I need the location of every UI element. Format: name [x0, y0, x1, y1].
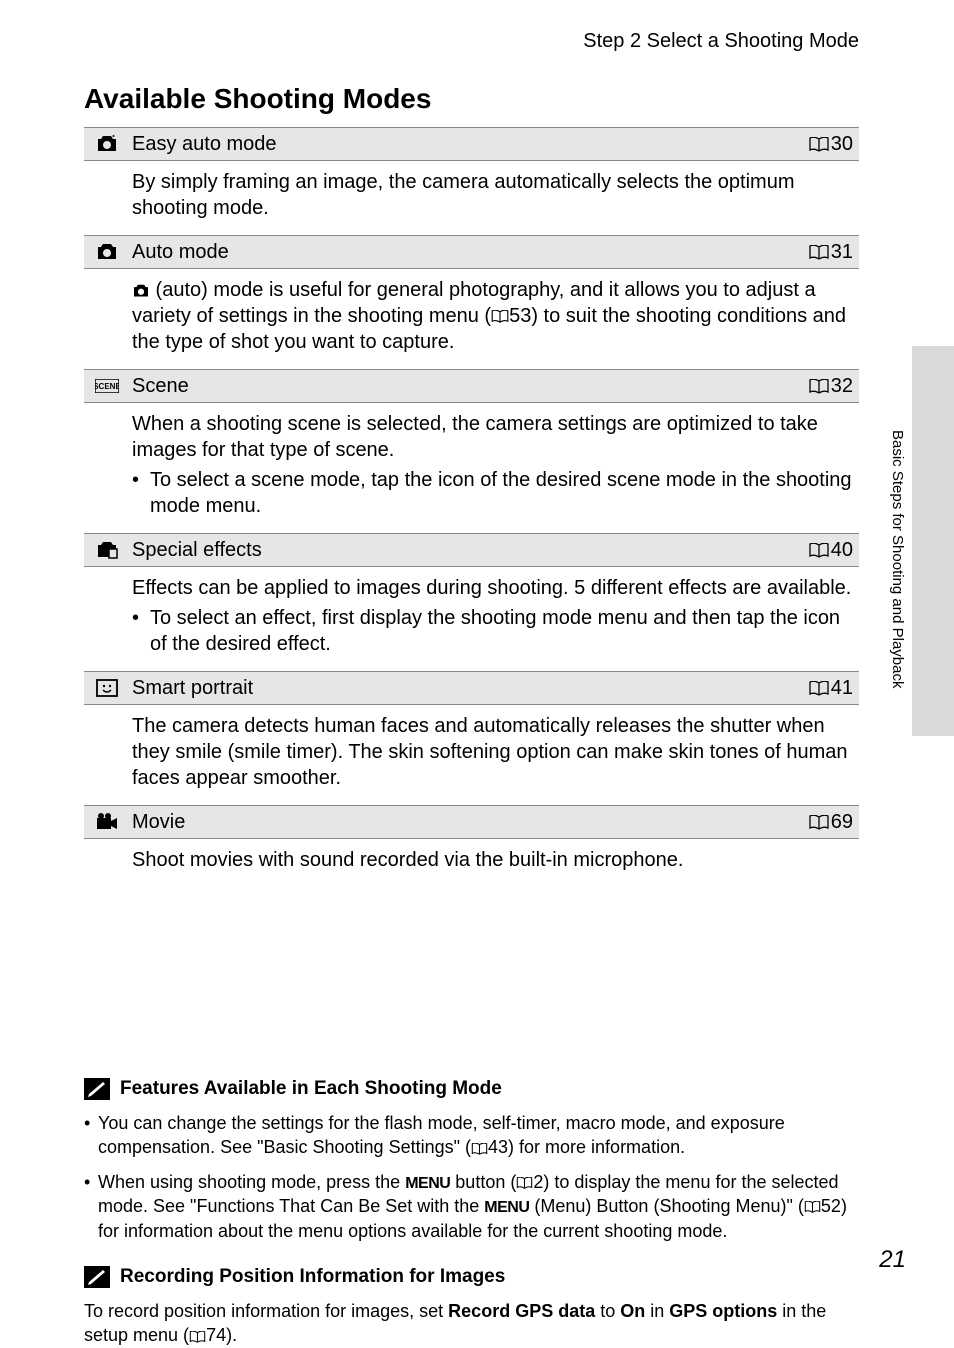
book-icon: [809, 815, 829, 830]
page-title: Available Shooting Modes: [84, 83, 859, 115]
text-frag: 43: [488, 1137, 508, 1157]
page-ref: 69: [809, 811, 859, 834]
page-number: 21: [879, 1246, 906, 1274]
bullet-dot: •: [84, 1170, 98, 1243]
text-frag: ).: [226, 1325, 237, 1345]
text-frag: 74: [206, 1325, 226, 1345]
mode-row-special-effects: Special effects 40: [84, 533, 859, 567]
svg-text:SCENE: SCENE: [95, 382, 119, 391]
desc-bullet: • To select a scene mode, tap the icon o…: [132, 467, 853, 519]
mode-label: Auto mode: [130, 241, 809, 264]
side-tab: [912, 346, 954, 736]
bullet-dot: •: [132, 467, 150, 519]
book-inline-icon: [471, 1143, 488, 1155]
mode-desc-scene: When a shooting scene is selected, the c…: [84, 403, 859, 533]
bullet-dot: •: [84, 1111, 98, 1160]
page-ref: 41: [809, 677, 859, 700]
menu-glyph: MENU: [405, 1175, 450, 1192]
text-frag: to: [595, 1301, 620, 1321]
note-head-features: Features Available in Each Shooting Mode: [84, 1077, 859, 1101]
page-ref-number: 31: [831, 241, 853, 264]
book-inline-icon: [804, 1201, 821, 1213]
movie-icon: [84, 813, 130, 831]
note-bullet-item: • You can change the settings for the fl…: [84, 1111, 859, 1160]
page-ref-number: 69: [831, 811, 853, 834]
mode-desc-smart-portrait: The camera detects human faces and autom…: [84, 705, 859, 805]
pencil-note-icon: [84, 1265, 114, 1289]
note-title: Recording Position Information for Image…: [120, 1266, 505, 1288]
mode-label: Special effects: [130, 539, 809, 562]
easy-auto-icon: [84, 135, 130, 153]
bullet-text: You can change the settings for the flas…: [98, 1111, 859, 1160]
smart-portrait-icon: [84, 679, 130, 697]
mode-label: Movie: [130, 811, 809, 834]
text-frag: button (: [450, 1172, 516, 1192]
mode-row-auto: Auto mode 31: [84, 235, 859, 269]
scene-icon: SCENE: [84, 379, 130, 393]
camera-inline-icon: [132, 284, 150, 298]
text-frag: 2: [533, 1172, 543, 1192]
text-frag-bold: GPS options: [669, 1301, 777, 1321]
mode-row-scene: SCENE Scene 32: [84, 369, 859, 403]
page-ref-number: 41: [831, 677, 853, 700]
desc-text: When a shooting scene is selected, the c…: [132, 413, 818, 461]
text-frag: When using shooting mode, press the: [98, 1172, 405, 1192]
mode-label: Easy auto mode: [130, 133, 809, 156]
bullet-text: To select an effect, first display the s…: [150, 605, 853, 657]
menu-glyph: MENU: [484, 1199, 529, 1216]
desc-ref: 53: [509, 305, 531, 327]
text-frag: in: [645, 1301, 669, 1321]
book-icon: [809, 681, 829, 696]
page-ref: 31: [809, 241, 859, 264]
notes-section: Features Available in Each Shooting Mode…: [84, 1077, 859, 1348]
book-icon: [809, 245, 829, 260]
mode-desc-easy-auto: By simply framing an image, the camera a…: [84, 161, 859, 235]
mode-label: Scene: [130, 375, 809, 398]
note-body-gps: To record position information for image…: [84, 1299, 859, 1348]
page-ref: 32: [809, 375, 859, 398]
book-icon: [809, 543, 829, 558]
pencil-note-icon: [84, 1077, 114, 1101]
bullet-text: To select a scene mode, tap the icon of …: [150, 467, 853, 519]
text-frag-bold: On: [620, 1301, 645, 1321]
mode-desc-movie: Shoot movies with sound recorded via the…: [84, 839, 859, 887]
mode-row-movie: Movie 69: [84, 805, 859, 839]
page: Basic Steps for Shooting and Playback 21…: [0, 0, 954, 1314]
bullet-text: When using shooting mode, press the MENU…: [98, 1170, 859, 1243]
page-ref-number: 30: [831, 133, 853, 156]
auto-icon: [84, 243, 130, 261]
mode-row-easy-auto: Easy auto mode 30: [84, 127, 859, 161]
text-frag-bold: Record GPS data: [448, 1301, 595, 1321]
book-inline-icon: [189, 1331, 206, 1343]
page-ref-number: 32: [831, 375, 853, 398]
text-frag: (Menu) Button (Shooting Menu)" (: [529, 1196, 804, 1216]
page-ref: 30: [809, 133, 859, 156]
bullet-dot: •: [132, 605, 150, 657]
book-inline-icon: [491, 310, 509, 323]
note-bullet-item: • When using shooting mode, press the ME…: [84, 1170, 859, 1243]
note-title: Features Available in Each Shooting Mode: [120, 1078, 502, 1100]
mode-desc-special-effects: Effects can be applied to images during …: [84, 567, 859, 671]
text-frag: 52: [821, 1196, 841, 1216]
text-frag: ) for more information.: [508, 1137, 685, 1157]
side-section-label: Basic Steps for Shooting and Playback: [889, 430, 906, 689]
mode-label: Smart portrait: [130, 677, 809, 700]
note-bullets: • You can change the settings for the fl…: [84, 1111, 859, 1243]
breadcrumb: Step 2 Select a Shooting Mode: [84, 30, 859, 53]
desc-bullet: • To select an effect, first display the…: [132, 605, 853, 657]
book-inline-icon: [516, 1177, 533, 1189]
note-head-gps: Recording Position Information for Image…: [84, 1265, 859, 1289]
book-icon: [809, 137, 829, 152]
content-area: Step 2 Select a Shooting Mode Available …: [0, 0, 954, 1348]
desc-text: Effects can be applied to images during …: [132, 577, 851, 599]
page-ref-number: 40: [831, 539, 853, 562]
book-icon: [809, 379, 829, 394]
special-effects-icon: [84, 541, 130, 559]
mode-desc-auto: (auto) mode is useful for general photog…: [84, 269, 859, 369]
page-ref: 40: [809, 539, 859, 562]
mode-row-smart-portrait: Smart portrait 41: [84, 671, 859, 705]
text-frag: To record position information for image…: [84, 1301, 448, 1321]
